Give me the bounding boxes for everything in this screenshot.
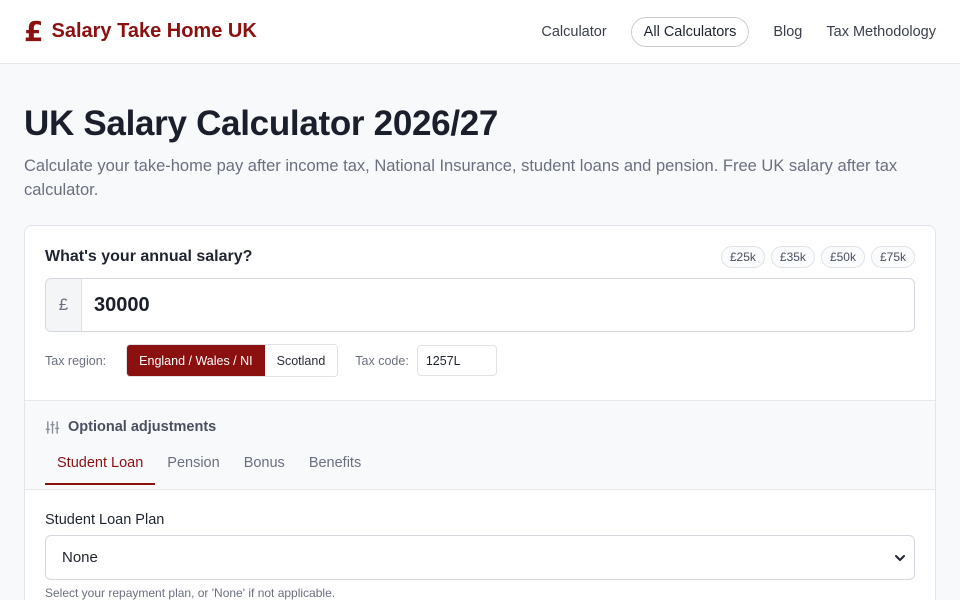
salary-input[interactable]: 30000 (82, 279, 914, 331)
hero: UK Salary Calculator 2026/27 Calculate y… (0, 64, 960, 202)
tax-region-label: Tax region: (45, 353, 107, 368)
salary-presets: £25k £35k £50k £75k (720, 246, 915, 268)
currency-prefix: £ (46, 279, 82, 331)
chevron-down-icon (894, 552, 906, 564)
calculator-card: What's your annual salary? £25k £35k £50… (24, 225, 936, 600)
student-loan-label: Student Loan Plan (45, 512, 165, 528)
tab-student-loan[interactable]: Student Loan (45, 455, 156, 485)
tax-code-input[interactable]: 1257L (416, 345, 497, 376)
pound-icon: £ (24, 14, 44, 48)
adjustments-header[interactable]: Optional adjustments (45, 401, 915, 435)
nav-tax-methodology[interactable]: Tax Methodology (826, 24, 936, 40)
preset-button[interactable]: £50k (820, 246, 865, 268)
tab-pension[interactable]: Pension (155, 455, 231, 485)
brand-logo[interactable]: £ Salary Take Home UK (24, 14, 257, 48)
page-title: UK Salary Calculator 2026/27 (24, 104, 499, 143)
site-header: £ Salary Take Home UK Calculator All Cal… (0, 0, 960, 64)
optional-adjustments-panel: Optional adjustments Student Loan Pensio… (25, 400, 935, 490)
preset-button[interactable]: £25k (720, 246, 765, 268)
salary-label: What's your annual salary? (45, 248, 253, 265)
tab-bonus[interactable]: Bonus (232, 455, 297, 485)
brand-name: Salary Take Home UK (51, 20, 257, 42)
tax-code-label: Tax code: (355, 353, 409, 368)
adjustments-label: Optional adjustments (68, 419, 217, 435)
student-loan-select[interactable]: None (45, 535, 915, 580)
student-loan-help: Select your repayment plan, or 'None' if… (45, 586, 336, 600)
salary-section: What's your annual salary? £25k £35k £50… (25, 226, 935, 400)
student-loan-section: Student Loan Plan None Select your repay… (25, 490, 935, 600)
preset-button[interactable]: £35k (770, 246, 815, 268)
salary-header: What's your annual salary? £25k £35k £50… (45, 246, 915, 268)
nav-all-calculators[interactable]: All Calculators (630, 16, 750, 47)
main-nav: Calculator All Calculators Blog Tax Meth… (541, 16, 936, 47)
region-england-wales-ni-button[interactable]: England / Wales / NI (127, 345, 265, 376)
preset-button[interactable]: £75k (870, 246, 915, 268)
region-scotland-button[interactable]: Scotland (264, 345, 338, 376)
sliders-icon (45, 420, 60, 435)
tab-benefits[interactable]: Benefits (297, 455, 373, 485)
page-subtitle: Calculate your take-home pay after incom… (24, 157, 898, 199)
student-loan-selected: None (62, 549, 98, 566)
nav-blog[interactable]: Blog (773, 24, 802, 40)
salary-input-group: £ 30000 (45, 278, 915, 332)
tax-region-toggle: England / Wales / NI Scotland (126, 344, 339, 377)
nav-calculator[interactable]: Calculator (541, 24, 606, 40)
adjustment-tabs: Student Loan Pension Bonus Benefits (45, 455, 915, 485)
tax-options-row: Tax region: England / Wales / NI Scotlan… (45, 344, 915, 377)
